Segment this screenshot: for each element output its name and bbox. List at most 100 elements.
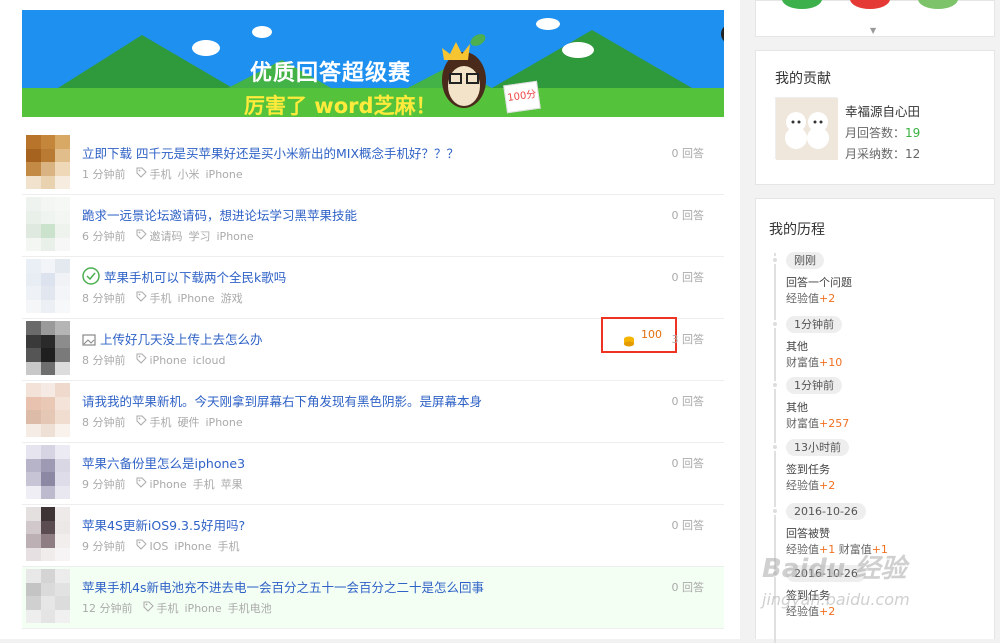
timeline-action: 签到任务 [786,463,830,476]
reward-value: +10 [819,356,843,369]
tag-icon [136,539,147,553]
question-row[interactable]: 上传好几天没上传上去怎么办 8 分钟前 iPhone icloud 100 3 回答 [22,317,724,381]
question-title-link[interactable]: 立即下载 四千元是买苹果好还是买小米新出的MIX概念手机好？？？ [82,143,459,162]
question-tag[interactable]: 小米 [178,168,200,181]
my-contribution-panel: 我的贡献 幸福源自心田 月回答数：19 月采纳数：12 [755,50,995,185]
reward-value: +257 [819,417,850,430]
timeline-dot [771,381,779,389]
question-tag[interactable]: iPhone [217,230,254,243]
asker-avatar[interactable] [26,259,70,313]
question-tag[interactable]: 游戏 [221,292,243,305]
question-meta: 9 分钟前 iPhone 手机 苹果 [82,476,249,492]
question-row[interactable]: 苹果手机可以下载两个全民k歌吗 8 分钟前 手机 iPhone 游戏 0 回答 [22,257,724,319]
question-tag[interactable]: 手机 [193,478,215,491]
timeline-reward: 经验值+2 [786,290,835,306]
question-title-link[interactable]: 苹果六备份里怎么是iphone3 [82,453,245,472]
question-title-link[interactable]: 请我我的苹果新机。今天刚拿到屏幕右下角发现有黑色阴影。是屏幕本身 [82,391,482,410]
timeline-action: 回答一个问题 [786,276,852,289]
question-title[interactable]: 苹果手机可以下载两个全民k歌吗 [104,270,286,285]
question-tag[interactable]: iPhone [178,292,215,305]
question-title-link[interactable]: 上传好几天没上传上去怎么办 [82,329,263,350]
answer-count[interactable]: 0 回答 [672,455,705,471]
question-time: 9 分钟前 [82,540,126,553]
question-title[interactable]: 上传好几天没上传上去怎么办 [100,332,263,347]
question-title-link[interactable]: 苹果手机可以下载两个全民k歌吗 [82,267,286,288]
question-tag[interactable]: iPhone [185,602,222,615]
month-answers-label: 月回答数： [845,126,906,140]
timeline-dot [771,320,779,328]
tag-icon [136,229,147,243]
question-tag[interactable]: iPhone [206,168,243,181]
question-row[interactable]: 苹果手机4s新电池充不进去电一会百分之五十一会百分之二十是怎么回事 12 分钟前 手… [22,567,724,629]
question-meta: 8 分钟前 iPhone icloud [82,352,232,368]
asker-avatar[interactable] [26,383,70,437]
question-title[interactable]: 苹果手机4s新电池充不进去电一会百分之五十一会百分之二十是怎么回事 [82,580,484,595]
user-name[interactable]: 幸福源自心田 [845,101,920,120]
timeline-reward: 财富值+10 [786,354,842,370]
question-time: 8 分钟前 [82,354,126,367]
question-tag[interactable]: iPhone [150,478,187,491]
month-adopted-value: 12 [905,147,921,161]
asker-avatar[interactable] [26,197,70,251]
question-title-link[interactable]: 苹果手机4s新电池充不进去电一会百分之五十一会百分之二十是怎么回事 [82,577,484,596]
answer-count[interactable]: 0 回答 [672,579,705,595]
asker-avatar[interactable] [26,135,70,189]
question-tag[interactable]: 手机 [218,540,240,553]
asker-avatar[interactable] [26,507,70,561]
promo-banner[interactable]: 优质回答超级赛 厉害了 word芝麻！ 100分 ✕ [22,10,724,117]
question-title[interactable]: 跪求一远景论坛邀请码，想进论坛学习黑苹果技能 [82,208,357,223]
timeline-dot [771,443,779,451]
question-title-link[interactable]: 苹果4S更新iOS9.3.5好用吗? [82,515,245,534]
answer-count[interactable]: 0 回答 [672,517,705,533]
timeline-time: 刚刚 [786,252,824,269]
question-tag[interactable]: 手机 [150,292,172,305]
asker-avatar[interactable] [26,445,70,499]
question-tag[interactable]: icloud [193,354,226,367]
answer-count[interactable]: 0 回答 [672,207,705,223]
timeline-reward: 财富值+257 [786,415,849,431]
user-avatar[interactable] [775,97,838,160]
answer-count[interactable]: 3 回答 [672,331,705,347]
reward-label: 财富值 [786,417,819,430]
question-tag[interactable]: 手机 [157,602,179,615]
banner-score-card: 100分 [503,80,541,114]
bounty-value: 100 [641,328,662,341]
answer-count[interactable]: 0 回答 [672,145,705,161]
timeline-time: 1分钟前 [786,377,842,394]
question-title[interactable]: 请我我的苹果新机。今天刚拿到屏幕右下角发现有黑色阴影。是屏幕本身 [82,394,482,409]
tag-icon [136,291,147,305]
question-row[interactable]: 苹果六备份里怎么是iphone3 9 分钟前 iPhone 手机 苹果 0 回答 [22,443,724,505]
question-tag[interactable]: 手机 [150,168,172,181]
question-tag[interactable]: IOS [150,540,169,553]
question-tag[interactable]: iPhone [150,354,187,367]
question-title-link[interactable]: 跪求一远景论坛邀请码，想进论坛学习黑苹果技能 [82,205,357,224]
question-tag[interactable]: 邀请码 [150,230,183,243]
answer-count[interactable]: 0 回答 [672,393,705,409]
question-tag[interactable]: iPhone [206,416,243,429]
question-tag[interactable]: 苹果 [221,478,243,491]
month-answers-value: 19 [905,126,921,140]
question-row[interactable]: 跪求一远景论坛邀请码，想进论坛学习黑苹果技能 6 分钟前 邀请码 学习 iPhone 0 … [22,195,724,257]
expand-chevron-icon[interactable]: ▼ [870,26,876,35]
question-title[interactable]: 苹果4S更新iOS9.3.5好用吗? [82,518,245,533]
asker-avatar[interactable] [26,569,70,623]
question-title[interactable]: 立即下载 四千元是买苹果好还是买小米新出的MIX概念手机好？？？ [82,146,459,161]
question-tag[interactable]: 手机 [150,416,172,429]
contribution-title: 我的贡献 [775,71,831,87]
question-tag[interactable]: 学习 [189,230,211,243]
question-row[interactable]: 立即下载 四千元是买苹果好还是买小米新出的MIX概念手机好？？？ 1 分钟前 手机小… [22,133,724,195]
question-tag[interactable]: 手机电池 [228,602,272,615]
asker-avatar[interactable] [26,321,70,375]
answer-count[interactable]: 0 回答 [672,269,705,285]
timeline-dot [771,507,779,515]
question-tag[interactable]: iPhone [174,540,211,553]
question-row[interactable]: 请我我的苹果新机。今天刚拿到屏幕右下角发现有黑色阴影。是屏幕本身 8 分钟前 手机硬… [22,381,724,443]
timeline-action: 其他 [786,340,808,353]
question-title[interactable]: 苹果六备份里怎么是iphone3 [82,456,245,471]
image-icon [82,333,96,350]
timeline-time: 2016-10-26 [786,503,866,520]
question-tag[interactable]: 硬件 [178,416,200,429]
question-row[interactable]: 苹果4S更新iOS9.3.5好用吗? 9 分钟前 IOS iPhone 手机 0 回答 [22,505,724,567]
banner-title: 优质回答超级赛 [250,61,412,86]
month-answers: 月回答数：19 [845,124,920,141]
